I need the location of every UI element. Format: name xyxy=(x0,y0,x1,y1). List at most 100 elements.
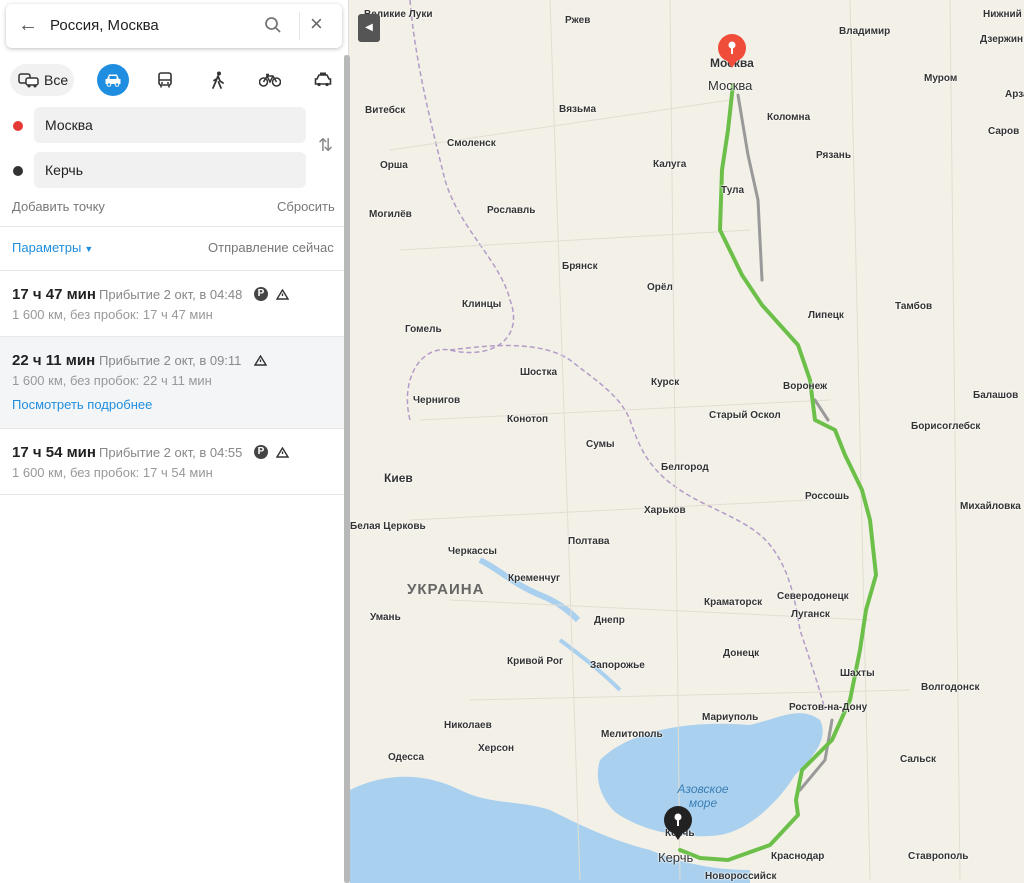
route-details: 1 600 км, без пробок: 17 ч 47 мин xyxy=(12,307,213,322)
map-base xyxy=(350,0,1024,883)
city-label: Витебск xyxy=(365,105,406,116)
mode-all-button[interactable]: Все xyxy=(10,64,74,96)
bus-icon xyxy=(158,72,172,88)
mode-bike-button[interactable] xyxy=(254,64,286,96)
city-label: Ржев xyxy=(565,15,591,26)
city-label: Николаев xyxy=(444,720,492,731)
to-field[interactable]: Керчь xyxy=(34,152,306,188)
city-label: Коломна xyxy=(767,112,811,123)
start-location-pin-icon[interactable] xyxy=(716,33,748,69)
reset-link[interactable]: Сбросить xyxy=(277,199,335,214)
city-label: Воронеж xyxy=(783,381,828,392)
swap-icon[interactable]: ⇅ xyxy=(318,135,333,156)
country-label: УКРАИНА xyxy=(407,581,485,598)
caret-down-icon: ▼ xyxy=(84,244,94,254)
city-label: Черкассы xyxy=(448,546,497,557)
city-label: Сумы xyxy=(586,439,615,450)
city-label: Липецк xyxy=(808,310,844,321)
warning-icon xyxy=(254,355,267,366)
city-label: Ставрополь xyxy=(908,851,969,862)
transport-modes: Все xyxy=(10,64,340,96)
route-panel: ← Россия, Москва × Все Москва Керчь ⇅ До… xyxy=(0,0,349,883)
city-label: Борисоглебск xyxy=(911,421,981,432)
close-icon[interactable]: × xyxy=(310,11,323,37)
walk-icon xyxy=(212,71,224,89)
from-field[interactable]: Москва xyxy=(34,107,306,143)
back-arrow-icon[interactable]: ← xyxy=(18,14,38,37)
city-label: Харьков xyxy=(644,505,686,516)
city-label: Старый Оскол xyxy=(709,410,781,421)
warning-icon xyxy=(276,289,289,300)
city-label: Могилёв xyxy=(369,209,412,220)
route-option-2[interactable]: 22 ч 11 мин Прибытие 2 окт, в 09:11 1 60… xyxy=(0,337,348,428)
city-label: Мелитополь xyxy=(601,729,663,740)
search-divider xyxy=(299,12,300,40)
route-duration: 22 ч 11 мин xyxy=(12,352,96,369)
city-label: Киев xyxy=(384,471,413,485)
city-label: Сальск xyxy=(900,754,936,765)
city-label: Нижний xyxy=(983,9,1022,20)
route-details-link[interactable]: Посмотреть подробнее xyxy=(12,397,152,412)
route-duration: 17 ч 47 мин xyxy=(12,286,96,303)
city-label: Новороссийск xyxy=(705,871,777,882)
to-field-value: Керчь xyxy=(45,162,84,178)
divider xyxy=(0,226,348,227)
taxi-icon xyxy=(314,72,332,87)
route-arrival: Прибытие 2 окт, в 09:11 xyxy=(99,353,242,368)
search-icon[interactable] xyxy=(264,16,282,34)
city-label: Белгород xyxy=(661,462,709,473)
map-view[interactable]: Великие Луки Ржев Москва Владимир Нижний… xyxy=(350,0,1024,883)
city-label: Клинцы xyxy=(462,299,502,310)
city-label: Херсон xyxy=(478,743,515,754)
city-label: Россошь xyxy=(805,491,850,502)
city-label: Брянск xyxy=(562,261,598,272)
route-option-3[interactable]: 17 ч 54 мин Прибытие 2 окт, в 04:55 P 1 … xyxy=(0,429,348,494)
route-details: 1 600 км, без пробок: 17 ч 54 мин xyxy=(12,465,213,480)
city-label: Арза xyxy=(1005,89,1024,100)
city-label: Тула xyxy=(721,185,745,196)
route-details: 1 600 км, без пробок: 22 ч 11 мин xyxy=(12,373,212,388)
city-label: Саров xyxy=(988,126,1020,137)
mode-car-button[interactable] xyxy=(97,64,129,96)
city-label: Кривой Рог xyxy=(507,656,564,667)
city-label: Кременчуг xyxy=(508,573,561,584)
city-label: Смоленск xyxy=(447,138,496,149)
end-location-pin-icon[interactable] xyxy=(662,805,694,841)
city-label: Шостка xyxy=(520,367,558,378)
city-label: Чернигов xyxy=(413,395,461,406)
collapse-panel-button[interactable]: ◀ xyxy=(358,14,380,42)
mode-taxi-button[interactable] xyxy=(307,64,339,96)
search-input[interactable]: Россия, Москва xyxy=(50,17,159,34)
search-box[interactable]: ← Россия, Москва × xyxy=(6,4,342,48)
add-point-link[interactable]: Добавить точку xyxy=(12,199,105,214)
city-label: Вязьма xyxy=(559,104,597,115)
route-option-1[interactable]: 17 ч 47 мин Прибытие 2 окт, в 04:48 P 1 … xyxy=(0,271,348,336)
warning-icon xyxy=(276,447,289,458)
route-duration: 17 ч 54 мин xyxy=(12,444,96,461)
city-label: Шахты xyxy=(840,668,875,679)
city-label: Ростов-на-Дону xyxy=(789,702,868,713)
city-label: Мариуполь xyxy=(702,712,759,723)
city-label: Михайловка xyxy=(960,501,1021,512)
city-label: Муром xyxy=(924,73,958,84)
city-label: Запорожье xyxy=(590,660,645,671)
params-dropdown[interactable]: Параметры ▼ xyxy=(12,240,93,255)
start-point-marker xyxy=(13,121,23,131)
mode-walk-button[interactable] xyxy=(202,64,234,96)
city-label: Донецк xyxy=(723,648,760,659)
city-label: Северодонецк xyxy=(777,591,849,602)
mode-bus-button[interactable] xyxy=(149,64,181,96)
city-label: Орёл xyxy=(647,282,673,293)
end-point-marker xyxy=(13,166,23,176)
city-label: Конотоп xyxy=(507,414,549,425)
city-label: Умань xyxy=(370,612,401,623)
city-label: Тамбов xyxy=(895,301,933,312)
paid-road-icon: P xyxy=(254,445,268,459)
city-label: Белая Церковь xyxy=(350,521,426,532)
all-modes-icon xyxy=(18,73,39,88)
car-icon xyxy=(105,74,121,87)
departure-time-link[interactable]: Отправление сейчас xyxy=(208,240,334,255)
mode-all-label: Все xyxy=(44,72,69,88)
city-label: Гомель xyxy=(405,324,442,335)
route-arrival: Прибытие 2 окт, в 04:55 xyxy=(99,445,243,460)
